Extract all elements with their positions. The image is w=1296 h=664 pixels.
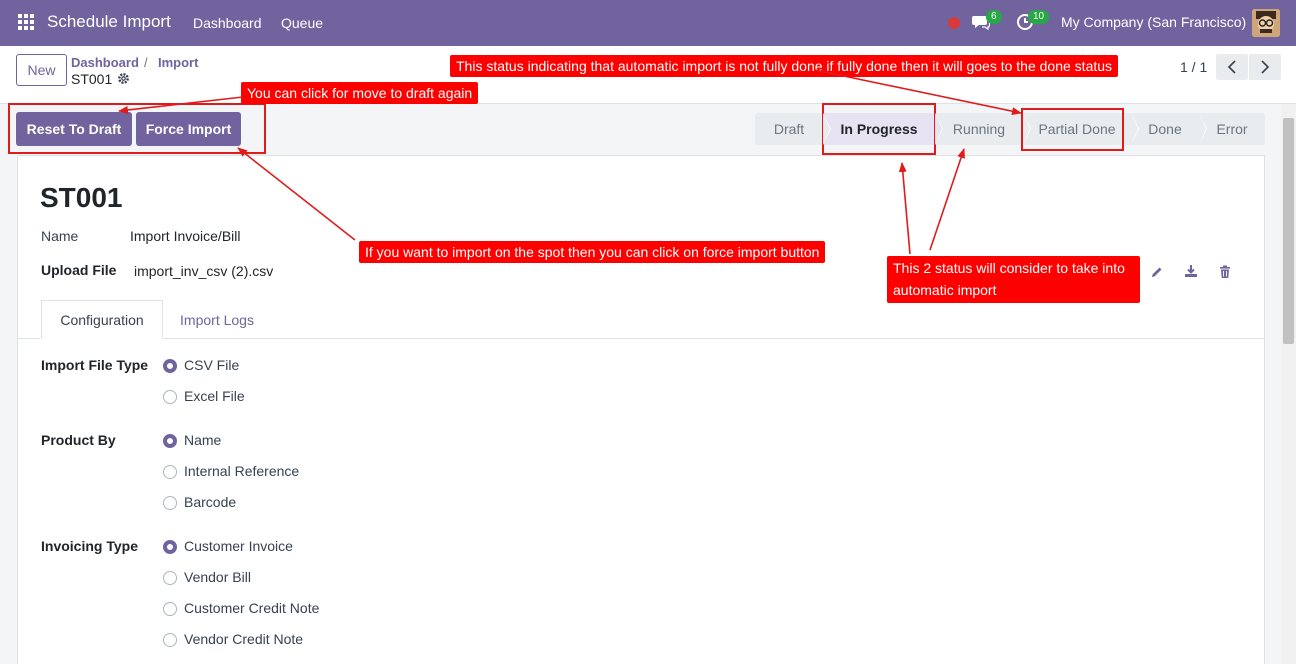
record-title[interactable]: ST001 bbox=[40, 182, 123, 214]
gear-icon[interactable] bbox=[117, 72, 130, 85]
upload-file-value[interactable]: import_inv_csv (2).csv bbox=[134, 263, 273, 279]
activities-badge: 10 bbox=[1028, 10, 1050, 24]
breadcrumb-dashboard[interactable]: Dashboard bbox=[71, 55, 139, 70]
highlight-in-progress bbox=[822, 103, 936, 155]
nav-dashboard[interactable]: Dashboard bbox=[193, 15, 262, 31]
pager-value[interactable]: 1 / 1 bbox=[1180, 59, 1207, 75]
radio-vendor-credit-note[interactable] bbox=[163, 633, 177, 647]
radio-label-vendor-bill[interactable]: Vendor Bill bbox=[184, 569, 251, 585]
radio-barcode[interactable] bbox=[163, 496, 177, 510]
stage-done[interactable]: Done bbox=[1131, 113, 1207, 145]
pager-previous-button[interactable] bbox=[1216, 54, 1248, 80]
stage-label: Done bbox=[1148, 121, 1182, 137]
radio-label-customer-invoice[interactable]: Customer Invoice bbox=[184, 538, 293, 554]
tab-import-logs[interactable]: Import Logs bbox=[163, 300, 271, 339]
radio-label-excel-file[interactable]: Excel File bbox=[184, 388, 245, 404]
recording-dot-icon[interactable] bbox=[948, 17, 960, 29]
top-navbar: Schedule Import Dashboard Queue 6 10 My … bbox=[0, 0, 1296, 46]
radio-label-vendor-credit-note[interactable]: Vendor Credit Note bbox=[184, 631, 303, 647]
radio-vendor-bill[interactable] bbox=[163, 571, 177, 585]
radio-excel-file[interactable] bbox=[163, 390, 177, 404]
chevron-right-icon bbox=[1261, 60, 1270, 74]
scrollbar-thumb[interactable] bbox=[1283, 118, 1294, 344]
annotation-two-status-note: This 2 status will consider to take into… bbox=[887, 256, 1140, 303]
upload-file-label: Upload File bbox=[41, 262, 117, 278]
name-value[interactable]: Import Invoice/Bill bbox=[130, 228, 240, 244]
highlight-action-buttons bbox=[8, 103, 266, 154]
breadcrumb-separator: / bbox=[144, 55, 148, 70]
stage-label: Error bbox=[1216, 121, 1248, 137]
apps-menu-icon[interactable] bbox=[18, 14, 34, 30]
nav-queue[interactable]: Queue bbox=[281, 15, 323, 31]
radio-label-internal-reference[interactable]: Internal Reference bbox=[184, 463, 299, 479]
record-name: ST001 bbox=[71, 71, 113, 87]
radio-customer-credit-note[interactable] bbox=[163, 602, 177, 616]
messages-badge: 6 bbox=[986, 10, 1002, 24]
app-brand[interactable]: Schedule Import bbox=[47, 12, 171, 32]
annotation-two-status-line1: This 2 status will consider to take into bbox=[893, 260, 1125, 276]
radio-label-csv-file[interactable]: CSV File bbox=[184, 357, 239, 373]
trash-icon[interactable] bbox=[1218, 265, 1232, 279]
tab-configuration[interactable]: Configuration bbox=[41, 300, 163, 339]
stage-label: Running bbox=[952, 121, 1006, 137]
stage-draft[interactable]: Draft bbox=[755, 113, 831, 145]
annotation-status-note: This status indicating that automatic im… bbox=[450, 55, 1119, 77]
highlight-partial-done bbox=[1021, 108, 1124, 151]
radio-name[interactable] bbox=[163, 434, 177, 448]
radio-customer-invoice[interactable] bbox=[163, 540, 177, 554]
stage-label: Draft bbox=[773, 121, 805, 137]
name-label: Name bbox=[41, 228, 79, 244]
annotation-two-status-line2: automatic import bbox=[893, 282, 997, 298]
user-avatar[interactable] bbox=[1252, 9, 1280, 37]
radio-label-customer-credit-note[interactable]: Customer Credit Note bbox=[184, 600, 319, 616]
new-button[interactable]: New bbox=[16, 54, 67, 86]
pager-next-button[interactable] bbox=[1249, 54, 1281, 80]
breadcrumb-import[interactable]: Import bbox=[158, 55, 198, 70]
radio-internal-reference[interactable] bbox=[163, 465, 177, 479]
stage-running[interactable]: Running bbox=[935, 113, 1031, 145]
annotation-draft-note: You can click for move to draft again bbox=[241, 82, 479, 104]
chevron-left-icon bbox=[1227, 60, 1236, 74]
import-file-type-label: Import File Type bbox=[41, 357, 149, 373]
company-switcher[interactable]: My Company (San Francisco) bbox=[1061, 14, 1246, 30]
annotation-force-note: If you want to import on the spot then y… bbox=[359, 241, 826, 263]
download-icon[interactable] bbox=[1184, 264, 1198, 278]
radio-label-name[interactable]: Name bbox=[184, 432, 221, 448]
radio-label-barcode[interactable]: Barcode bbox=[184, 494, 236, 510]
stage-error[interactable]: Error bbox=[1199, 113, 1265, 145]
invoicing-type-label: Invoicing Type bbox=[41, 538, 138, 554]
edit-pencil-icon[interactable] bbox=[1150, 265, 1164, 279]
radio-csv-file[interactable] bbox=[163, 359, 177, 373]
product-by-label: Product By bbox=[41, 432, 116, 448]
